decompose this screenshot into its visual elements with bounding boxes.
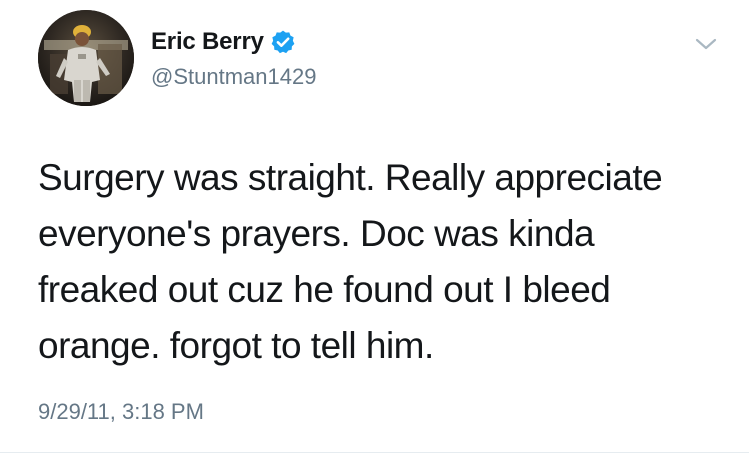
avatar[interactable] bbox=[38, 10, 134, 106]
divider bbox=[0, 452, 749, 453]
tweet-text: Surgery was straight. Really appreciate … bbox=[38, 150, 728, 374]
verified-badge-icon bbox=[270, 29, 296, 55]
tweet-card: Eric Berry @Stuntman1429 Surgery was str… bbox=[0, 0, 749, 460]
profile-photo bbox=[38, 10, 134, 106]
tweet-text-line: Surgery was straight. Really appreciate bbox=[38, 157, 663, 198]
tweet-text-line: orange. forgot to tell him. bbox=[38, 325, 434, 366]
tweet-timestamp[interactable]: 9/29/11, 3:18 PM bbox=[38, 397, 204, 427]
author-handle[interactable]: @Stuntman1429 bbox=[151, 62, 316, 92]
author-display-name[interactable]: Eric Berry bbox=[151, 26, 264, 58]
tweet-text-line: everyone's prayers. Doc was kinda bbox=[38, 213, 595, 254]
tweet-text-line: freaked out cuz he found out I bleed bbox=[38, 269, 611, 310]
author-name-row: Eric Berry bbox=[151, 26, 296, 58]
chevron-down-icon[interactable] bbox=[692, 34, 720, 54]
